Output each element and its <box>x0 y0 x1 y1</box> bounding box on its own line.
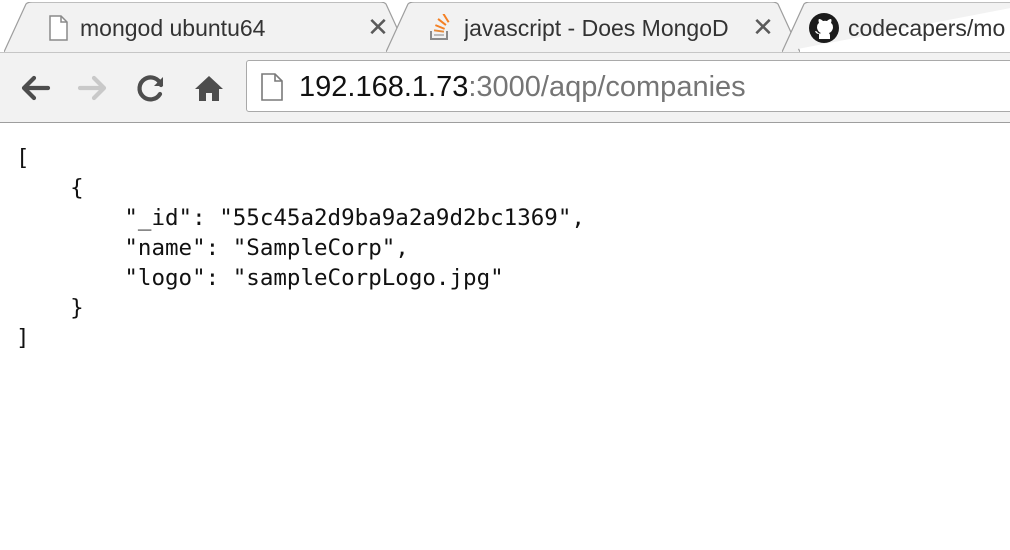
page-content: [ { "_id": "55c45a2d9ba9a2a9d2bc1369", "… <box>0 123 1010 550</box>
reload-button[interactable] <box>132 69 170 107</box>
url-text[interactable]: 192.168.1.73:3000/aqp/companies <box>299 70 746 104</box>
arrow-right-icon <box>77 75 107 101</box>
browser-toolbar: 192.168.1.73:3000/aqp/companies <box>0 52 1010 123</box>
page-icon <box>259 72 285 102</box>
close-tab-button[interactable]: ✕ <box>750 14 776 40</box>
tab-codecapers[interactable]: codecapers/mo <box>782 2 1010 52</box>
tab-title: mongod ubuntu64 <box>80 15 266 41</box>
json-response: [ { "_id": "55c45a2d9ba9a2a9d2bc1369", "… <box>16 145 585 351</box>
home-icon <box>195 76 223 101</box>
forward-button[interactable] <box>74 69 112 107</box>
arrow-left-icon <box>21 75 51 101</box>
github-icon <box>808 12 840 44</box>
stackoverflow-icon <box>426 13 454 42</box>
address-bar[interactable]: 192.168.1.73:3000/aqp/companies <box>246 60 1010 112</box>
tab-title: codecapers/mo <box>848 15 1006 41</box>
reload-icon <box>137 75 164 102</box>
tab-strip: mongod ubuntu64 ✕ javascript - Does Mong… <box>0 0 1010 52</box>
url-path: :3000/aqp/companies <box>468 71 746 103</box>
tab-title: javascript - Does MongoD <box>464 15 729 41</box>
document-icon <box>44 14 72 42</box>
home-button[interactable] <box>190 69 228 107</box>
url-host: 192.168.1.73 <box>299 71 469 103</box>
tab-mongod-ubuntu64[interactable]: mongod ubuntu64 ✕ <box>4 2 408 52</box>
back-button[interactable] <box>16 69 54 107</box>
tab-javascript-does-mongod[interactable]: javascript - Does MongoD ✕ <box>386 2 800 52</box>
